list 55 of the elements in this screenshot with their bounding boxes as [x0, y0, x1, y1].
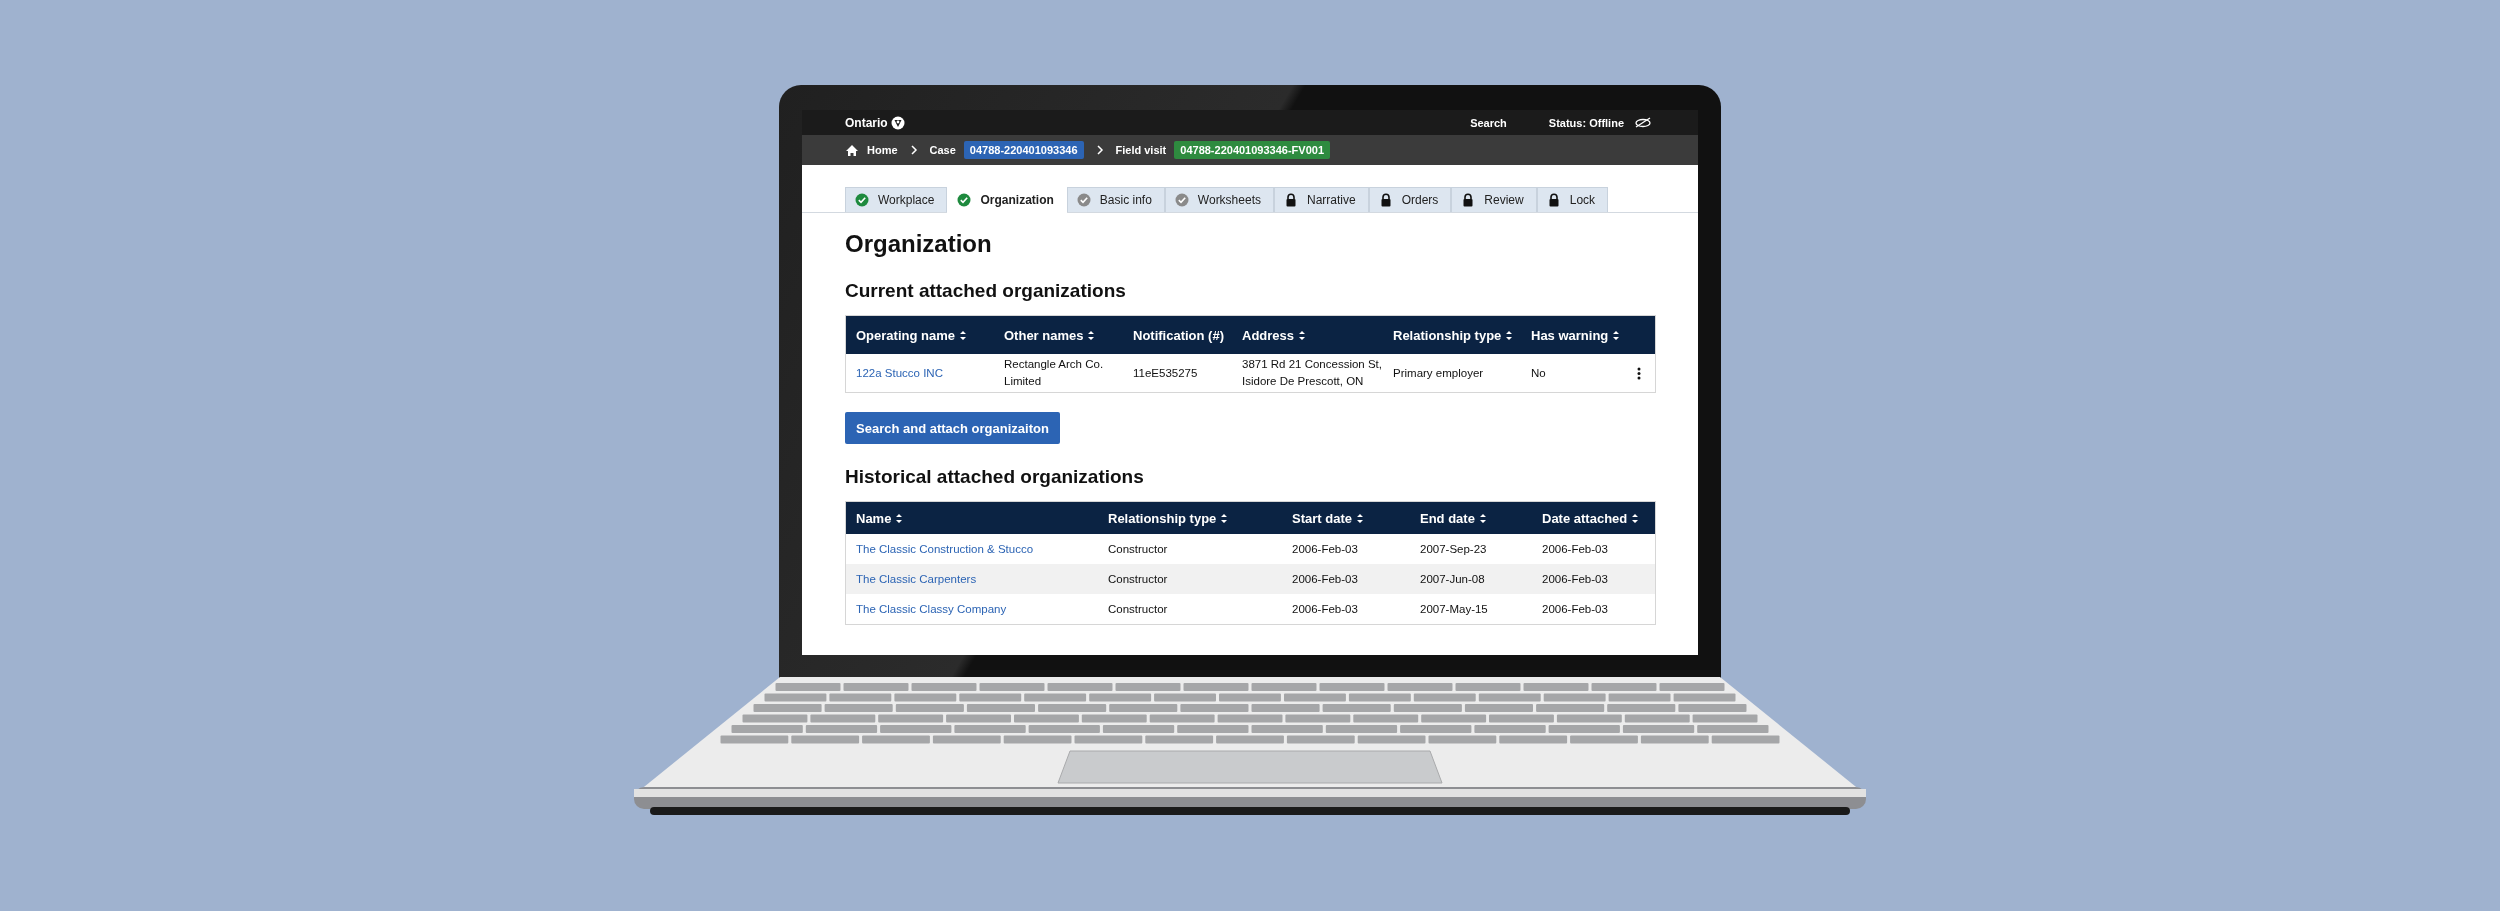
breadcrumb-badge[interactable]: 04788-220401093346 — [963, 141, 1084, 159]
chevron-icon — [1095, 145, 1104, 155]
table-cell: 2007-May-15 — [1420, 602, 1488, 615]
column-header[interactable]: Has warning — [1531, 327, 1609, 343]
column-header[interactable]: Name — [856, 510, 892, 526]
table-cell: 2006-Feb-03 — [1542, 542, 1608, 555]
column-header[interactable]: Notification (#) — [1133, 327, 1224, 343]
table-cell: 2007-Sep-23 — [1420, 542, 1487, 555]
table-cell: 2006-Feb-03 — [1292, 602, 1358, 615]
table-cell: Primary employer — [1393, 366, 1484, 379]
step-tab[interactable]: Workplace — [845, 187, 948, 212]
table-cell: 2006-Feb-03 — [1292, 542, 1358, 555]
column-header[interactable]: Relationship type — [1108, 510, 1217, 526]
table-cell: 2006-Feb-03 — [1542, 572, 1608, 585]
search-attach-button[interactable]: Search and attach organizaiton — [845, 412, 1060, 444]
step-tab[interactable]: Lock — [1536, 187, 1609, 212]
search-link[interactable]: Search — [1470, 116, 1507, 129]
table-cell: 2006-Feb-03 — [1292, 572, 1358, 585]
column-header[interactable]: Operating name — [856, 327, 955, 343]
column-header[interactable]: Other names — [1004, 327, 1084, 343]
table-cell: 2006-Feb-03 — [1542, 602, 1608, 615]
step-tab[interactable]: Orders — [1368, 187, 1452, 212]
status-text: Status: Offline — [1548, 116, 1624, 129]
column-header[interactable]: Start date — [1292, 510, 1352, 526]
home-link[interactable]: Home — [867, 144, 898, 156]
section-heading: Historical attached organizations — [845, 466, 1145, 488]
page-title: Organization — [845, 230, 993, 258]
column-header[interactable]: Date attached — [1542, 510, 1628, 526]
table-cell: Rectangle Arch Co. Limited — [1004, 358, 1104, 387]
column-header[interactable]: End date — [1420, 510, 1475, 526]
organization-link[interactable]: The Classic Construction & Stucco — [856, 542, 1034, 555]
home-icon — [845, 143, 859, 157]
step-tab[interactable]: Basic info — [1066, 187, 1165, 212]
table-cell: Constructor — [1108, 572, 1168, 585]
column-header[interactable]: Address — [1242, 327, 1295, 343]
step-tab[interactable]: Review — [1451, 187, 1537, 212]
organization-link[interactable]: 122a Stucco INC — [856, 366, 943, 379]
table-cell: Constructor — [1108, 542, 1168, 555]
table-cell: 3871 Rd 21 Concession St, Isidore De Prescott, ON — [1242, 358, 1382, 387]
table-cell: Constructor — [1108, 602, 1168, 615]
organization-link[interactable]: The Classic Carpenters — [856, 572, 977, 585]
step-tab[interactable]: Worksheets — [1164, 187, 1274, 212]
chevron-icon — [909, 145, 918, 155]
breadcrumb-badge[interactable]: 04788-220401093346-FV001 — [1174, 141, 1331, 159]
ontario-logo-text[interactable]: Ontario — [845, 115, 888, 130]
table-cell: No — [1531, 366, 1546, 379]
section-heading: Current attached organizations — [845, 280, 1127, 302]
organization-link[interactable]: The Classic Classy Company — [856, 602, 1007, 615]
breadcrumb-label: Field visit — [1115, 144, 1167, 156]
column-header[interactable]: Relationship type — [1393, 327, 1502, 343]
step-tab[interactable]: Narrative — [1274, 187, 1369, 212]
breadcrumb-label: Case — [929, 144, 956, 156]
table-cell: 2007-Jun-08 — [1420, 572, 1485, 585]
table-cell: 11eE535275 — [1133, 366, 1198, 379]
trillium-logo-icon — [890, 115, 905, 130]
